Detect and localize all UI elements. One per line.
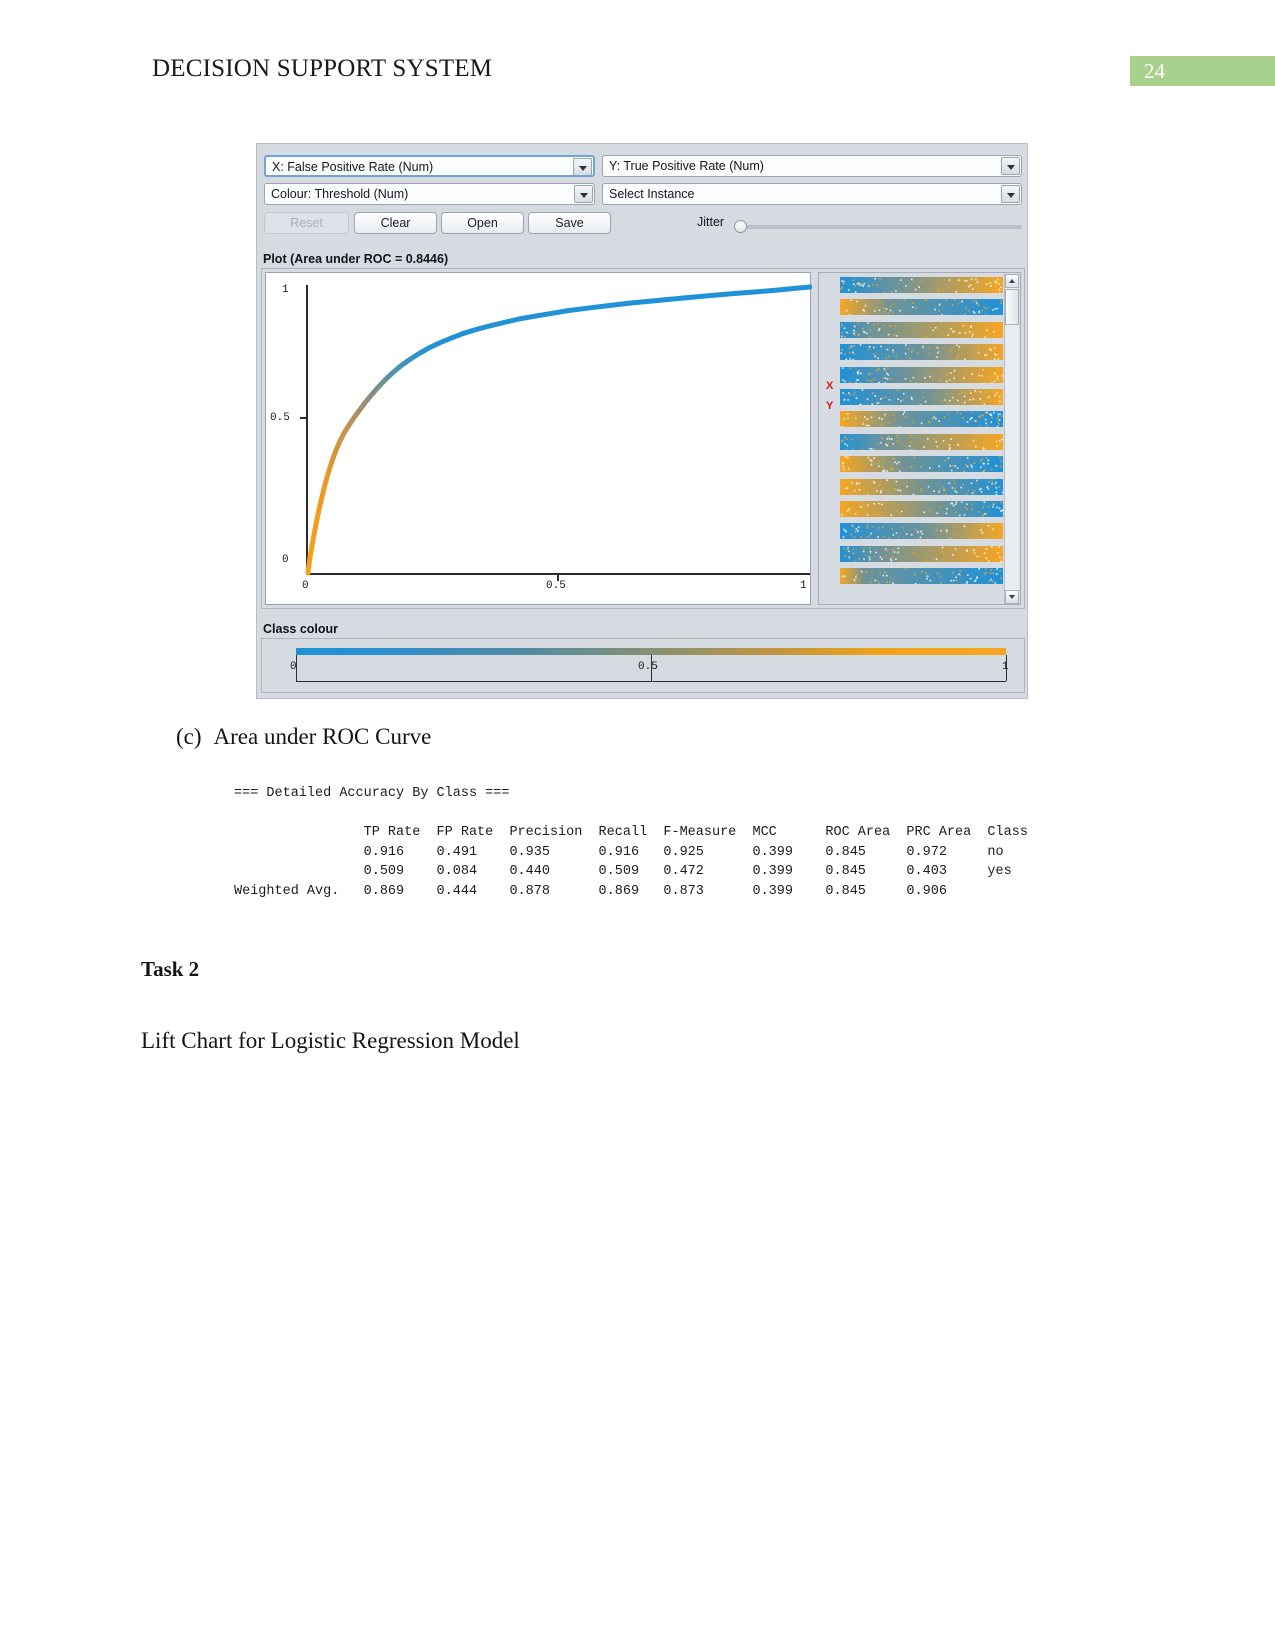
jitter-label: Jitter: [697, 215, 725, 229]
strip-speckles: [841, 411, 1003, 428]
attribute-strip[interactable]: [840, 366, 1003, 383]
plot-caption: Plot (Area under ROC = 0.8446): [263, 252, 449, 266]
attribute-strip[interactable]: [840, 277, 1003, 293]
attribute-strip[interactable]: [840, 478, 1003, 495]
strip-speckles: [841, 366, 1003, 383]
strip-speckles: [843, 545, 1003, 562]
strip-speckles: [841, 568, 1002, 585]
chevron-down-icon[interactable]: [573, 158, 592, 175]
strip-scrollbar[interactable]: [1004, 274, 1019, 604]
strip-speckles: [842, 389, 1003, 405]
attribute-strip[interactable]: [840, 568, 1003, 585]
attribute-strip[interactable]: [840, 299, 1003, 316]
attribute-strips[interactable]: [840, 277, 1003, 593]
page-number: 24: [1144, 59, 1165, 83]
chevron-down-icon[interactable]: [1001, 157, 1020, 175]
detailed-accuracy-output: === Detailed Accuracy By Class === TP Ra…: [234, 786, 1028, 899]
attribute-strip[interactable]: [840, 545, 1003, 562]
y-axis-select-label: Y: True Positive Rate (Num): [609, 159, 764, 173]
page-number-badge: 24: [1130, 56, 1275, 86]
weka-controls-bar: X: False Positive Rate (Num) Y: True Pos…: [257, 144, 1029, 239]
weka-threshold-curve-window: X: False Positive Rate (Num) Y: True Pos…: [256, 143, 1028, 699]
clear-button[interactable]: Clear: [354, 212, 437, 234]
reset-button[interactable]: Reset: [264, 212, 349, 234]
figure-caption-index: (c): [176, 724, 202, 749]
figure-caption: (c) Area under ROC Curve: [176, 724, 431, 750]
x-attribute-marker[interactable]: X: [826, 380, 833, 392]
strip-speckles: [840, 344, 1001, 361]
chevron-down-icon[interactable]: [1001, 185, 1020, 203]
jitter-slider-knob[interactable]: [734, 220, 747, 233]
attribute-strip[interactable]: [840, 344, 1003, 361]
legend-label-0: 0: [290, 661, 297, 673]
strip-speckles: [840, 277, 1003, 293]
task-heading: Task 2: [141, 957, 200, 981]
attribute-strip[interactable]: [840, 523, 1003, 540]
save-button[interactable]: Save: [528, 212, 611, 234]
strip-speckles: [840, 456, 1002, 473]
y-axis-select[interactable]: Y: True Positive Rate (Num): [602, 155, 1022, 177]
attribute-strip[interactable]: [840, 456, 1003, 473]
colour-select-label: Colour: Threshold (Num): [271, 187, 409, 201]
class-colour-gradient-bar: [296, 648, 1006, 655]
roc-curve: [305, 284, 812, 576]
document-header: DECISION SUPPORT SYSTEM 24: [0, 0, 1275, 92]
chevron-down-icon[interactable]: [574, 185, 593, 203]
scroll-down-icon[interactable]: [1005, 590, 1019, 604]
roc-plot-canvas[interactable]: 1 0.5 0 0 0.5 1: [265, 272, 812, 605]
y-attribute-marker[interactable]: Y: [826, 400, 833, 412]
attribute-strip-panel[interactable]: X Y: [818, 272, 1021, 605]
attribute-strip[interactable]: [840, 433, 1003, 450]
legend-baseline: [296, 681, 1006, 682]
strip-speckles: [842, 478, 1003, 495]
legend-label-1: 1: [1002, 661, 1009, 673]
strip-speckles: [842, 524, 1003, 540]
x-axis-select[interactable]: X: False Positive Rate (Num): [264, 155, 595, 177]
page-title: DECISION SUPPORT SYSTEM: [152, 55, 493, 82]
attribute-strip[interactable]: [840, 321, 1003, 338]
task-body-text: Lift Chart for Logistic Regression Model: [141, 1028, 520, 1053]
open-button[interactable]: Open: [441, 212, 524, 234]
scroll-up-icon[interactable]: [1005, 274, 1019, 288]
strip-speckles: [841, 501, 1003, 517]
figure-caption-text: Area under ROC Curve: [213, 724, 432, 749]
jitter-slider-track[interactable]: [743, 225, 1022, 229]
class-colour-label: Class colour: [263, 622, 339, 636]
strip-speckles: [840, 321, 1003, 338]
scrollbar-thumb[interactable]: [1005, 289, 1019, 325]
plot-panel: 1 0.5 0 0 0.5 1 X Y: [261, 268, 1025, 609]
x-axis-select-label: X: False Positive Rate (Num): [272, 160, 434, 174]
colour-select[interactable]: Colour: Threshold (Num): [264, 183, 595, 205]
instance-select-label: Select Instance: [609, 187, 695, 201]
attribute-strip[interactable]: [840, 389, 1003, 405]
legend-label-0.5: 0.5: [638, 661, 658, 673]
attribute-strip[interactable]: [840, 501, 1003, 517]
attribute-strip[interactable]: [840, 411, 1003, 428]
class-colour-legend: 0 0.5 1: [261, 638, 1025, 693]
instance-select[interactable]: Select Instance: [602, 183, 1022, 205]
strip-speckles: [840, 434, 1003, 450]
strip-speckles: [845, 299, 1002, 316]
